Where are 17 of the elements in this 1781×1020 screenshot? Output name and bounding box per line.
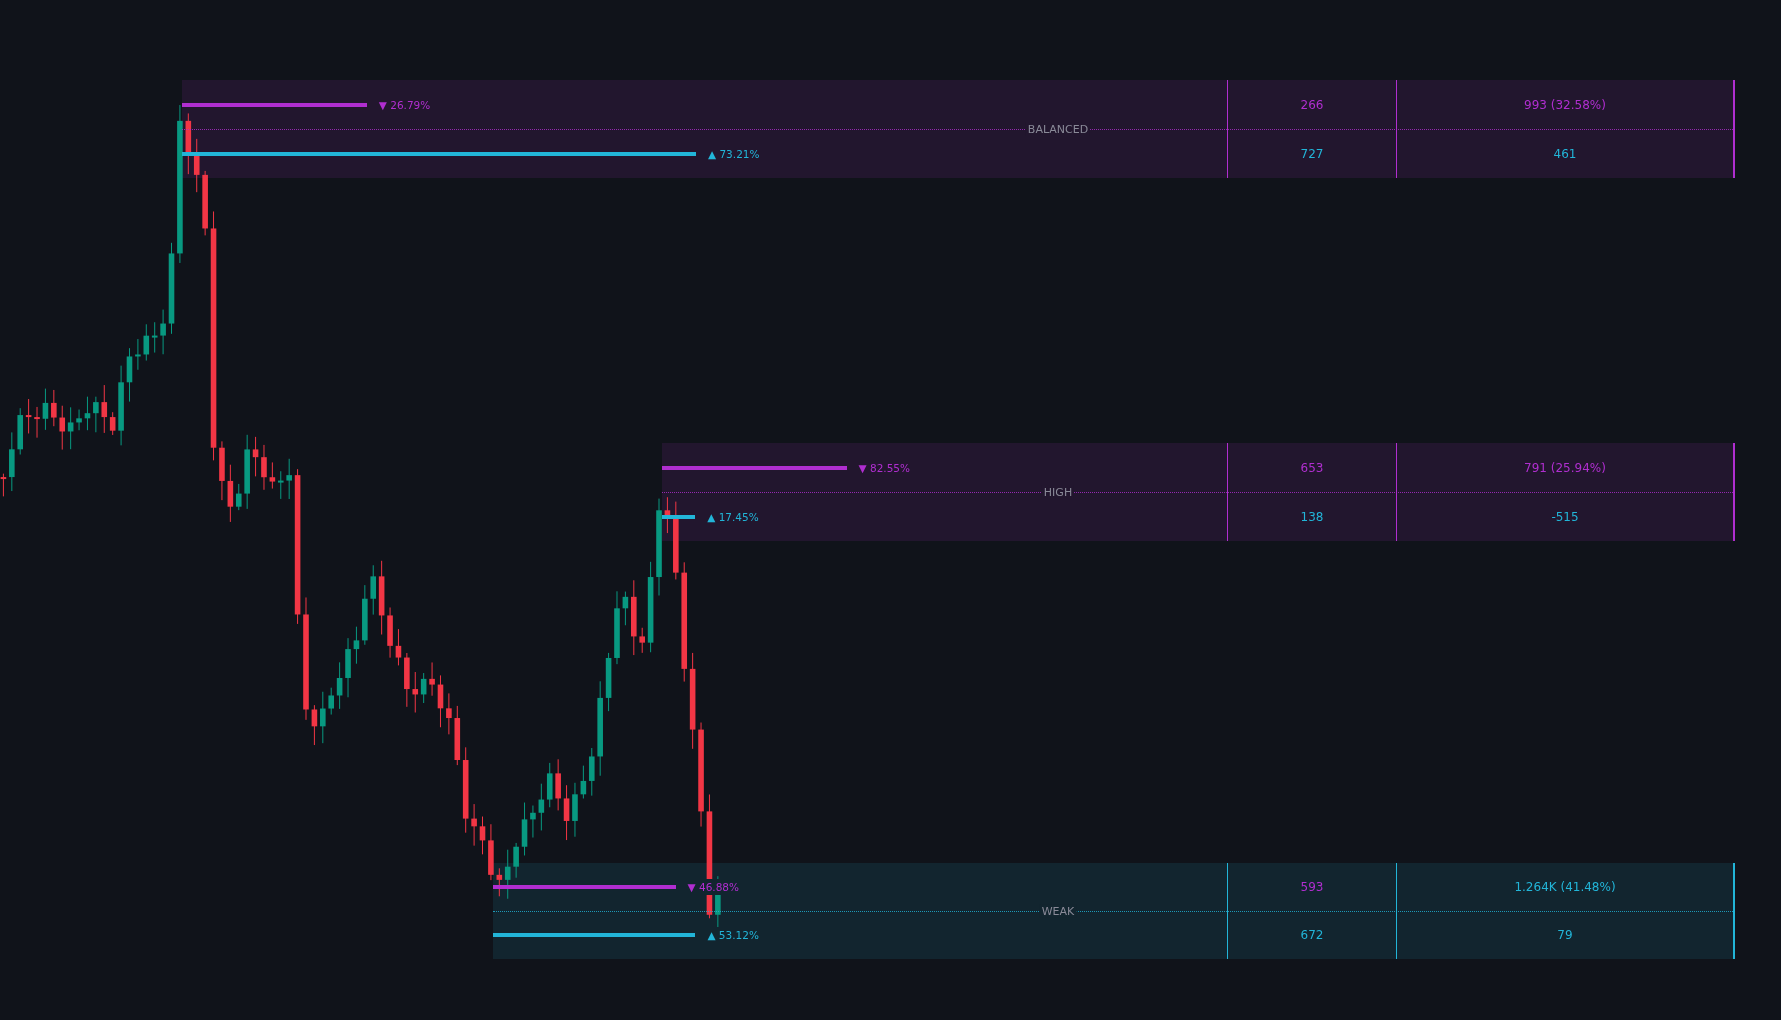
- zone-label: WEAK: [1039, 904, 1077, 918]
- total-value: 1.264K (41.48%): [1514, 880, 1616, 894]
- total-value: -515: [1551, 509, 1579, 524]
- percent-label: ▲ 53.12%: [705, 927, 761, 943]
- percent-label: ▼ 46.88%: [685, 879, 741, 895]
- zone-label: BALANCED: [1025, 122, 1091, 136]
- volume-value: 138: [1300, 509, 1324, 524]
- total-value: 791 (25.94%): [1524, 460, 1606, 475]
- volume-value: 266: [1300, 97, 1324, 112]
- total-value: 461: [1553, 146, 1577, 161]
- volume-value: 593: [1300, 880, 1324, 894]
- total-value: 79: [1557, 928, 1573, 942]
- total-value: 993 (32.58%): [1524, 97, 1606, 112]
- volume-value: 672: [1300, 928, 1324, 942]
- volume-value: 727: [1300, 146, 1324, 161]
- zone-label: HIGH: [1041, 485, 1075, 499]
- volume-value: 653: [1300, 460, 1324, 475]
